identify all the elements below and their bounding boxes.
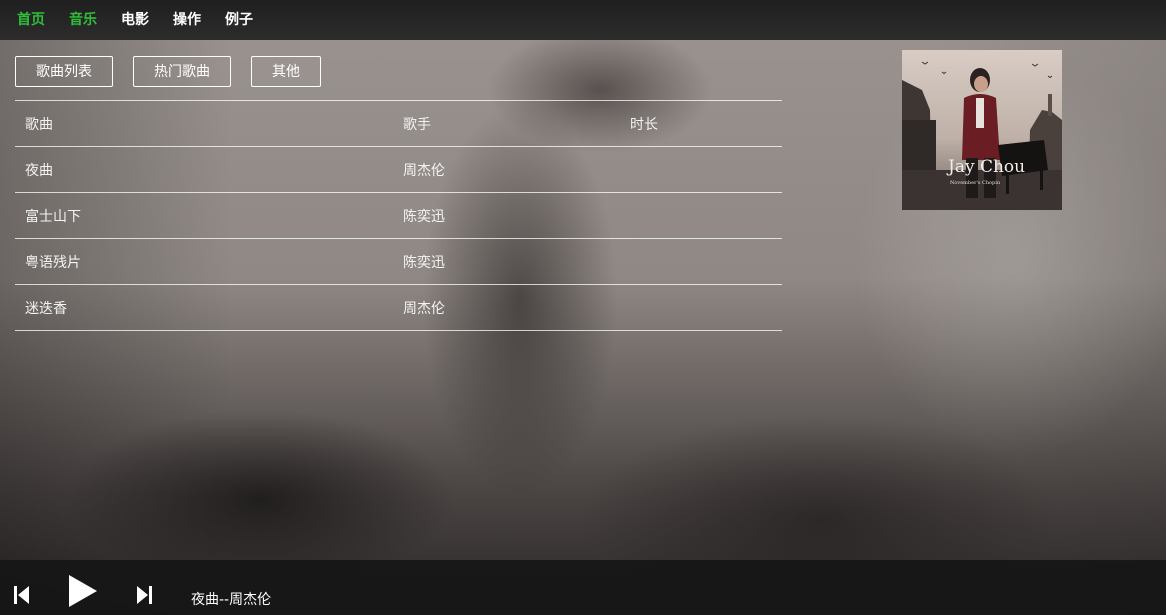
nav-item-home[interactable]: 首页: [17, 0, 45, 40]
table-row[interactable]: 夜曲 周杰伦: [15, 146, 782, 192]
nav-item-operations[interactable]: 操作: [173, 0, 201, 40]
column-header-song: 歌曲: [25, 116, 53, 133]
album-subtitle-text: November's Chopin: [950, 180, 1001, 186]
album-cover-art: Jay Chou November's Chopin: [902, 50, 1062, 210]
artist-cell: 陈奕迅: [403, 208, 445, 225]
song-title-cell: 富士山下: [25, 208, 81, 225]
nav-item-examples[interactable]: 例子: [225, 0, 253, 40]
top-nav: 首页 音乐 电影 操作 例子: [0, 0, 1166, 40]
song-table: 歌曲 歌手 时长 夜曲 周杰伦 富士山下 陈奕迅 粤语残片 陈奕迅 迷迭香 周杰…: [15, 100, 782, 331]
artist-cell: 周杰伦: [403, 162, 445, 179]
table-row[interactable]: 迷迭香 周杰伦: [15, 284, 782, 331]
now-playing-text: 夜曲--周杰伦: [191, 592, 272, 608]
table-row[interactable]: 粤语残片 陈奕迅: [15, 238, 782, 284]
nav-item-music[interactable]: 音乐: [69, 0, 97, 40]
skip-next-icon[interactable]: [135, 585, 153, 605]
tab-hot-songs-button[interactable]: 热门歌曲: [133, 56, 231, 87]
tab-other-button[interactable]: 其他: [251, 56, 321, 87]
column-header-duration: 时长: [630, 116, 658, 133]
player-bar: 夜曲--周杰伦: [0, 560, 1166, 615]
table-row[interactable]: 富士山下 陈奕迅: [15, 192, 782, 238]
album-cover: Jay Chou November's Chopin: [902, 50, 1062, 210]
tab-group: 歌曲列表 热门歌曲 其他: [15, 56, 341, 87]
table-header-row: 歌曲 歌手 时长: [15, 100, 782, 146]
skip-previous-icon[interactable]: [13, 585, 31, 605]
artist-cell: 陈奕迅: [403, 254, 445, 271]
song-title-cell: 粤语残片: [25, 254, 81, 271]
song-title-cell: 迷迭香: [25, 300, 67, 317]
tab-song-list-button[interactable]: 歌曲列表: [15, 56, 113, 87]
nav-item-movies[interactable]: 电影: [121, 0, 149, 40]
column-header-artist: 歌手: [403, 116, 431, 133]
artist-cell: 周杰伦: [403, 300, 445, 317]
song-title-cell: 夜曲: [25, 162, 53, 179]
album-logo-text: Jay Chou: [946, 157, 1025, 177]
play-icon[interactable]: [66, 573, 99, 609]
